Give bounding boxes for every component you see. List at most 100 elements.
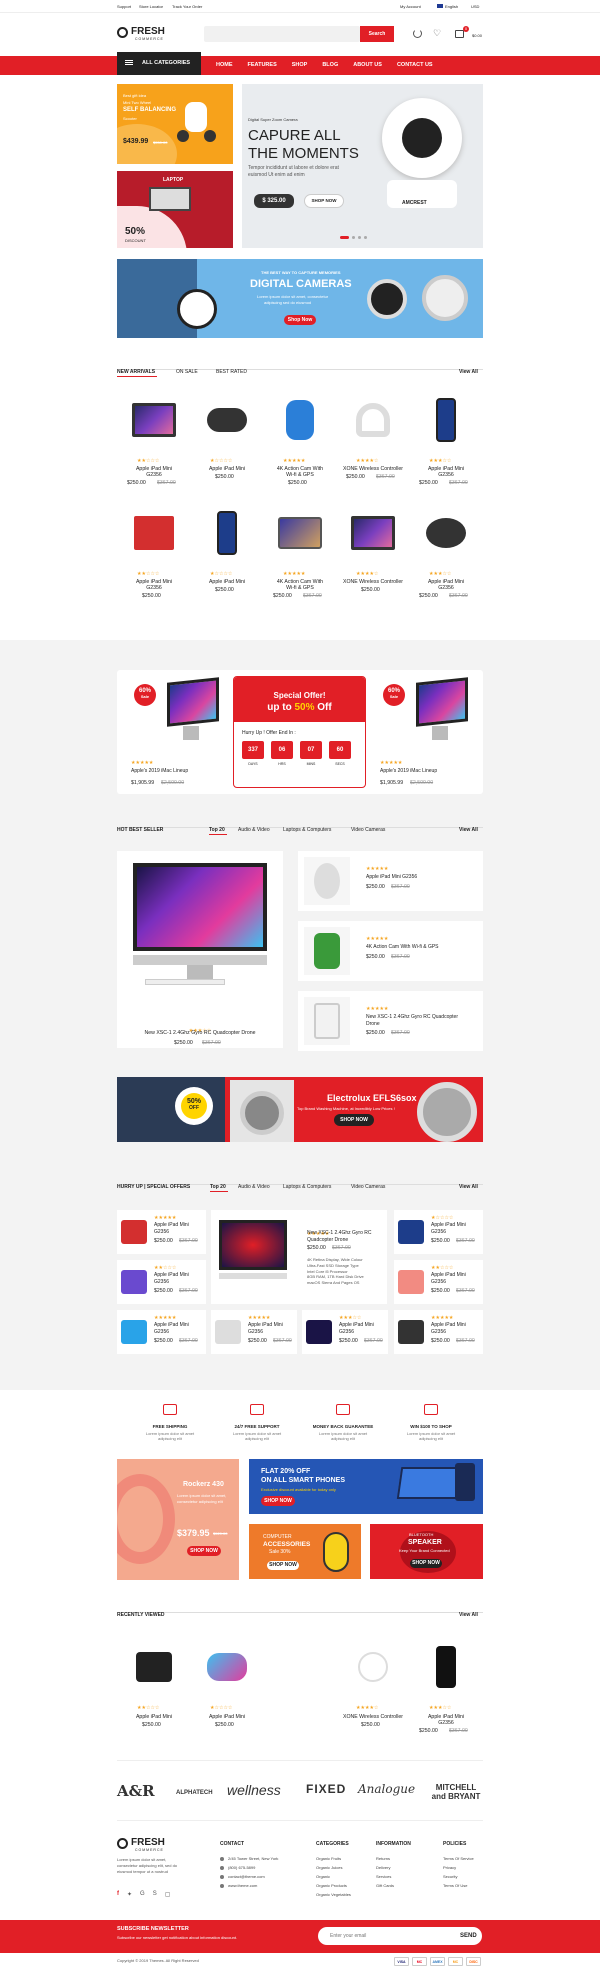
google-plus-icon[interactable]: G (140, 1891, 145, 1898)
view-all-link[interactable]: View All (459, 369, 478, 375)
product-title[interactable]: Apple iPad Mini (431, 1322, 466, 1328)
footer-link[interactable]: Gift Cards (376, 1883, 394, 1888)
nav-item-home[interactable]: HOME (216, 62, 233, 68)
cart-total[interactable]: $0.00 (472, 33, 482, 38)
promo-scooter[interactable]: Best gift idea Mini Two Wheel SELF BALAN… (117, 84, 233, 164)
brand-logo[interactable]: ALPHATECH (176, 1790, 213, 1796)
tab-video-cameras[interactable]: Video Cameras (351, 827, 385, 833)
nav-item-shop[interactable]: SHOP (292, 62, 308, 68)
deal-card[interactable]: 60% Sale ★★★★★ Apple's 2019 iMac Lineup $1,9… (380, 676, 475, 788)
product-card[interactable]: ★★★★☆ XONE Wireless Controller $250.00 $367… (336, 393, 410, 499)
promo-speaker[interactable]: BLUETOOTH SPEAKER Keep Your Brand Connec… (370, 1524, 483, 1579)
bestseller-item[interactable]: ★★★★★ 4K Action Cam With Wi-fi & GPS $250.… (298, 921, 483, 981)
view-all-link[interactable]: View All (459, 1184, 478, 1190)
topbar-account[interactable]: My Account (400, 4, 421, 9)
banner-shop-button[interactable]: Shop Now (284, 315, 316, 325)
product-title[interactable]: Apple iPad Mini (190, 1714, 264, 1720)
all-categories-button[interactable]: ALL CATEGORIES (117, 52, 201, 75)
product-card[interactable]: ★★★☆☆ Apple iPad Mini G2356 $250.00 $367.00 (409, 393, 483, 499)
tab-top-20[interactable]: Top 20 (210, 1184, 226, 1190)
product-title[interactable]: XONE Wireless Controller (336, 466, 410, 472)
product-title[interactable]: Apple iPad Mini (154, 1272, 189, 1278)
bestseller-item[interactable]: ★★★★★ New XSC-1 2.4Ghz Gyro RC Quadcopter… (298, 991, 483, 1051)
footer-link[interactable]: Services (376, 1874, 391, 1879)
product-card[interactable]: ★★☆☆☆ Apple iPad Mini G2356 $250.00 (117, 506, 191, 612)
special-item[interactable]: ★★★☆☆ Apple iPad Mini G2356 $250.00 $367.00 (302, 1310, 388, 1354)
product-card[interactable]: ★★★☆☆ Apple iPad Mini G2356 $250.00 $367.00 (409, 506, 483, 612)
special-item[interactable]: ★☆☆☆☆ Apple iPad Mini G2356 $250.00 $367.00 (394, 1210, 483, 1254)
tab-audio-video[interactable]: Audio & Video (238, 827, 270, 833)
special-item[interactable]: ★★☆☆☆ Apple iPad Mini G2356 $250.00 $367.00 (394, 1260, 483, 1304)
promo-shop-button[interactable]: SHOP NOW (261, 1496, 295, 1506)
product-title[interactable]: New XSC-1 2.4Ghz Gyro RC Quadcopter Dron… (117, 1030, 283, 1036)
slider-dot[interactable] (340, 236, 349, 239)
topbar-currency[interactable]: USD (471, 4, 479, 9)
special-featured[interactable]: ★★★★★ New XSC-1 2.4Ghz Gyro RC Quadcopte… (211, 1210, 387, 1304)
view-all-link[interactable]: View All (459, 827, 478, 833)
footer-link[interactable]: (800) 675-5899 (228, 1865, 255, 1870)
brand-logo[interactable]: Analogue (358, 1782, 415, 1796)
product-title[interactable]: Apple iPad Mini G2356 (366, 874, 417, 880)
product-title[interactable]: 4K Action Cam With Wi-fi & GPS (366, 944, 439, 950)
slider-dot[interactable] (364, 236, 367, 239)
hero-slider[interactable]: Digital Super Zoom Camera CAPURE ALL THE… (242, 84, 483, 248)
skype-icon[interactable]: S (153, 1891, 157, 1898)
product-card[interactable]: ★★★★☆ XONE Wireless Controller $250.00 (336, 506, 410, 612)
product-title[interactable]: New XSC-1 2.4Ghz Gyro RC (307, 1230, 371, 1236)
search-input[interactable] (204, 26, 360, 42)
product-title[interactable]: Apple iPad Mini (431, 1272, 466, 1278)
product-card[interactable]: ★★★☆☆ Apple iPad Mini G2356 $250.00 $367.00 (409, 1635, 483, 1735)
promo-shop-button[interactable]: SHOP NOW (410, 1559, 442, 1568)
nav-item-contact-us[interactable]: CONTACT US (397, 62, 433, 68)
footer-link[interactable]: Organic Juices (316, 1865, 342, 1870)
footer-link[interactable]: www.theme.com (228, 1883, 257, 1888)
footer-link[interactable]: Organic (316, 1874, 330, 1879)
tab-audio-video[interactable]: Audio & Video (238, 1184, 270, 1190)
product-title[interactable]: Apple's 2019 iMac Lineup (380, 768, 437, 774)
special-item[interactable]: ★★★★★ Apple iPad Mini G2356 $250.00 $367.00 (211, 1310, 297, 1354)
instagram-icon[interactable]: ▢ (165, 1891, 171, 1898)
promo-laptop[interactable]: LAPTOP 50% DISCOUNT (117, 171, 233, 248)
footer-link[interactable]: Security (443, 1874, 457, 1879)
product-card[interactable]: ★☆☆☆☆ Apple iPad Mini $250.00 (190, 506, 264, 612)
nav-item-features[interactable]: FEATURES (248, 62, 277, 68)
logo-name[interactable]: FRESH (131, 26, 165, 37)
topbar-support[interactable]: Support (117, 4, 131, 9)
special-item[interactable]: ★★★★★ Apple iPad Mini G2356 $250.00 $367.00 (394, 1310, 483, 1354)
product-title[interactable]: Apple's 2019 iMac Lineup (131, 768, 188, 774)
tab-laptops-computers[interactable]: Laptops & Computers (283, 827, 331, 833)
product-title[interactable]: Apple iPad Mini (154, 1222, 189, 1228)
product-title[interactable]: Apple iPad Mini (154, 1322, 189, 1328)
footer-link[interactable]: Organic Products (316, 1883, 347, 1888)
nav-item-about-us[interactable]: ABOUT US (353, 62, 382, 68)
facebook-icon[interactable]: f (117, 1891, 119, 1898)
footer-link[interactable]: 2/45 Tower Street, New York (228, 1856, 278, 1861)
brand-logo[interactable]: MITCHELL and BRYANT (431, 1783, 481, 1801)
bestseller-main[interactable]: ★★★☆☆ New XSC-1 2.4Ghz Gyro RC Quadcopte… (117, 851, 283, 1048)
tab-video-cameras[interactable]: Video Cameras (351, 1184, 385, 1190)
promo-accessories[interactable]: COMPUTER ACCESSORIES Sale 30% SHOP NOW (249, 1524, 361, 1579)
product-title[interactable]: Apple iPad Mini (431, 1222, 466, 1228)
deal-card[interactable]: 60% Sale ★★★★★ Apple's 2019 iMac Lineup $1,9… (131, 676, 226, 788)
tab-laptops-computers[interactable]: Laptops & Computers (283, 1184, 331, 1190)
product-card[interactable]: ★★★★★ 4K Action Cam With Wi-fi & GPS $250.0… (263, 393, 337, 499)
compare-icon[interactable] (413, 29, 422, 38)
special-item[interactable]: ★★★★★ Apple iPad Mini G2356 $250.00 $367.00 (117, 1210, 206, 1254)
product-card[interactable]: ★★★★★ 4K Action Cam With Wi-fi & GPS $250.0… (263, 506, 337, 612)
product-card[interactable]: ★★★★☆ XONE Wireless Controller $250.00 (336, 1635, 410, 1735)
footer-link[interactable]: Terms Of Use (443, 1883, 467, 1888)
promo-shop-button[interactable]: SHOP NOW (187, 1546, 221, 1556)
slider-dot[interactable] (358, 236, 361, 239)
promo-rockerz[interactable]: Rockerz 430 Lorem ipsum dolor sit amet, … (117, 1459, 239, 1580)
tab-new-arrivals[interactable]: NEW ARRIVALS (117, 369, 155, 375)
special-item[interactable]: ★★★★★ Apple iPad Mini G2356 $250.00 $367.00 (117, 1310, 206, 1354)
product-title[interactable]: Apple iPad Mini (117, 1714, 191, 1720)
newsletter-email-input[interactable]: Enter your email (330, 1933, 366, 1939)
topbar-track[interactable]: Track Your Order (172, 4, 202, 9)
tab-best-rated[interactable]: BEST RATED (216, 369, 247, 375)
newsletter-send-button[interactable]: SEND (460, 1933, 477, 1939)
footer-link[interactable]: Organic Vegetables (316, 1892, 351, 1897)
topbar-store[interactable]: Store Locator (139, 4, 163, 9)
product-title[interactable]: Apple iPad Mini (248, 1322, 283, 1328)
product-title[interactable]: Apple iPad Mini (190, 466, 264, 472)
